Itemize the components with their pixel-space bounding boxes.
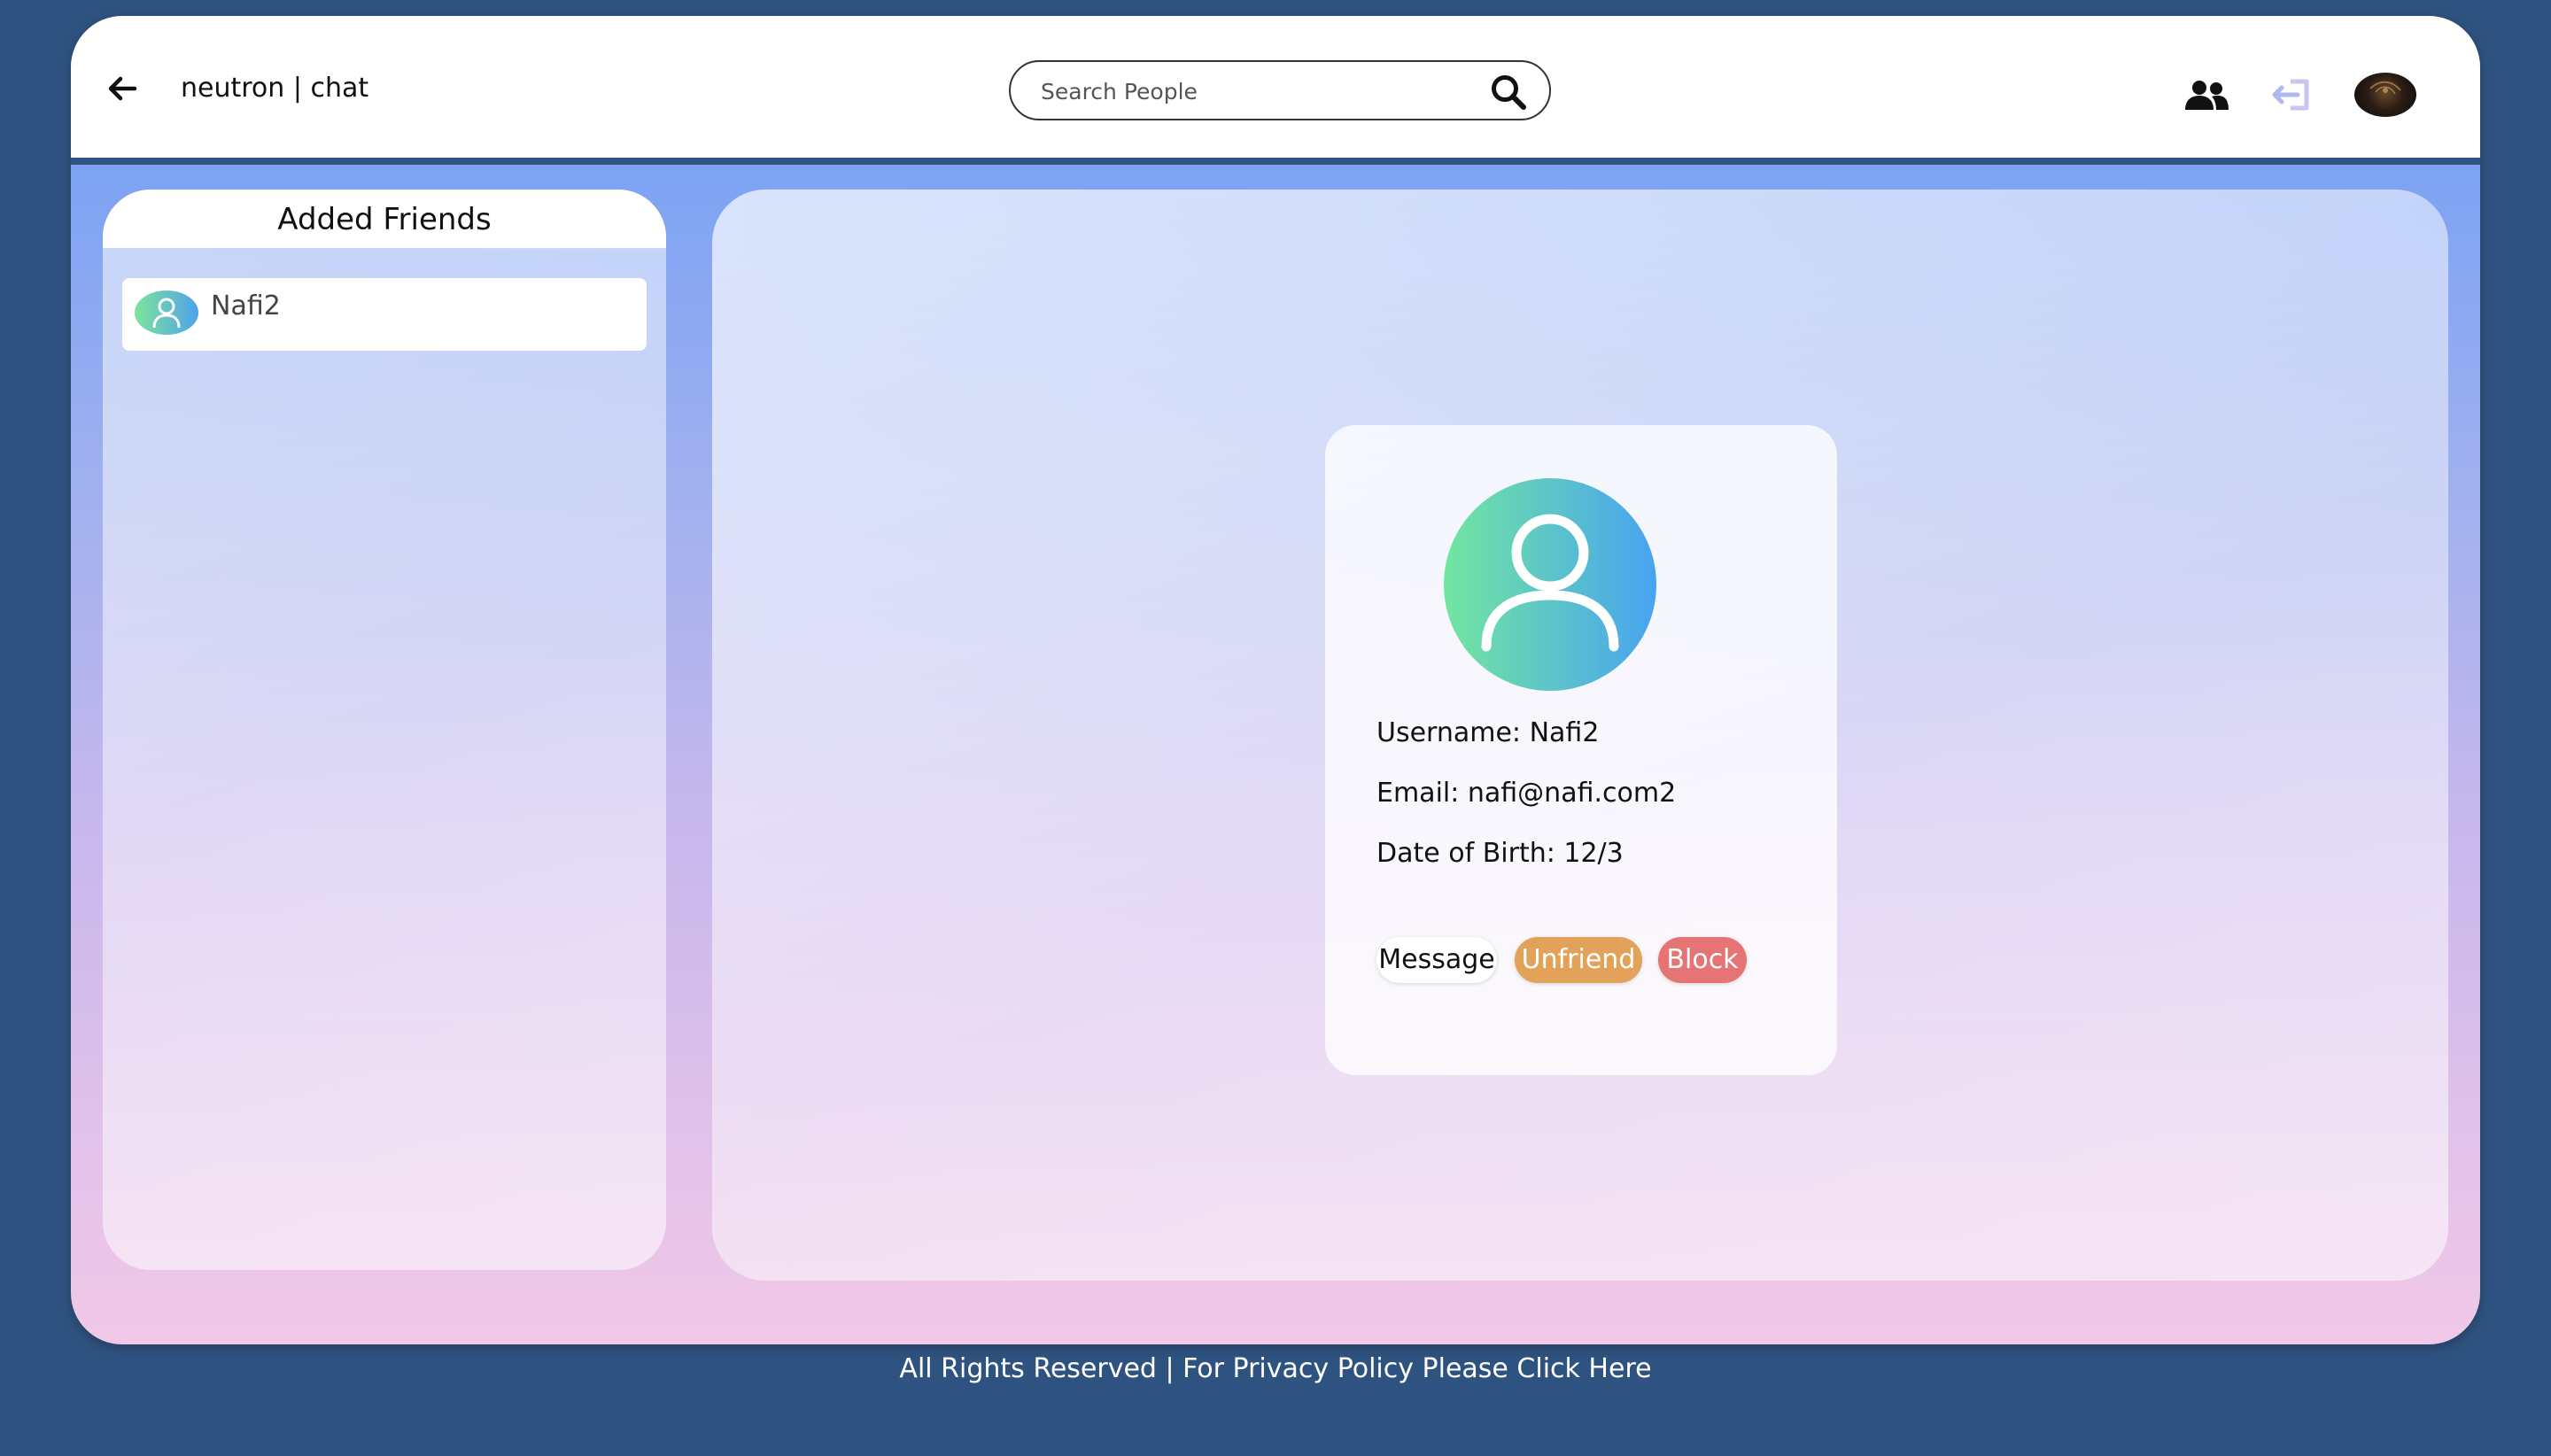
search-icon[interactable] [1489,73,1528,112]
footer: All Rights Reserved | For Privacy Policy… [0,1353,2551,1384]
friend-avatar-icon [135,290,198,335]
email-value: nafi@nafi.com2 [1467,778,1677,809]
logout-icon[interactable] [2271,78,2312,112]
email-label: Email: [1376,778,1460,809]
friends-icon[interactable] [2183,80,2230,112]
app-brand: neutron | chat [181,73,369,104]
top-navbar: neutron | chat [71,16,2480,165]
dob-value: 12/3 [1563,838,1624,869]
email-detail: Email: nafi@nafi.com2 [1376,778,1676,809]
profile-avatar-icon [1444,478,1656,691]
dob-detail: Date of Birth: 12/3 [1376,838,1624,869]
search-box [1009,60,1551,120]
message-button[interactable]: Message [1376,937,1497,983]
back-arrow-icon[interactable] [105,71,140,106]
dob-label: Date of Birth: [1376,838,1555,869]
app-container: neutron | chat Search People Added Frien… [71,16,2480,1344]
main-content-panel: Username: Nafi2 Email: nafi@nafi.com2 Da… [712,190,2448,1281]
footer-text[interactable]: All Rights Reserved | For Privacy Policy… [899,1353,1651,1384]
friend-list-item[interactable]: Nafi2 [122,278,647,351]
username-value: Nafi2 [1529,717,1600,748]
username-detail: Username: Nafi2 [1376,717,1599,748]
search-input[interactable] [1039,74,1468,108]
friends-sidebar: Added Friends Nafi2 [103,190,666,1270]
username-label: Username: [1376,717,1522,748]
unfriend-button[interactable]: Unfriend [1515,937,1642,983]
sidebar-title: Added Friends [103,190,666,250]
profile-card: Username: Nafi2 Email: nafi@nafi.com2 Da… [1325,425,1837,1075]
block-button[interactable]: Block [1658,937,1747,983]
friend-name: Nafi2 [211,290,281,321]
user-avatar[interactable] [2354,73,2416,117]
